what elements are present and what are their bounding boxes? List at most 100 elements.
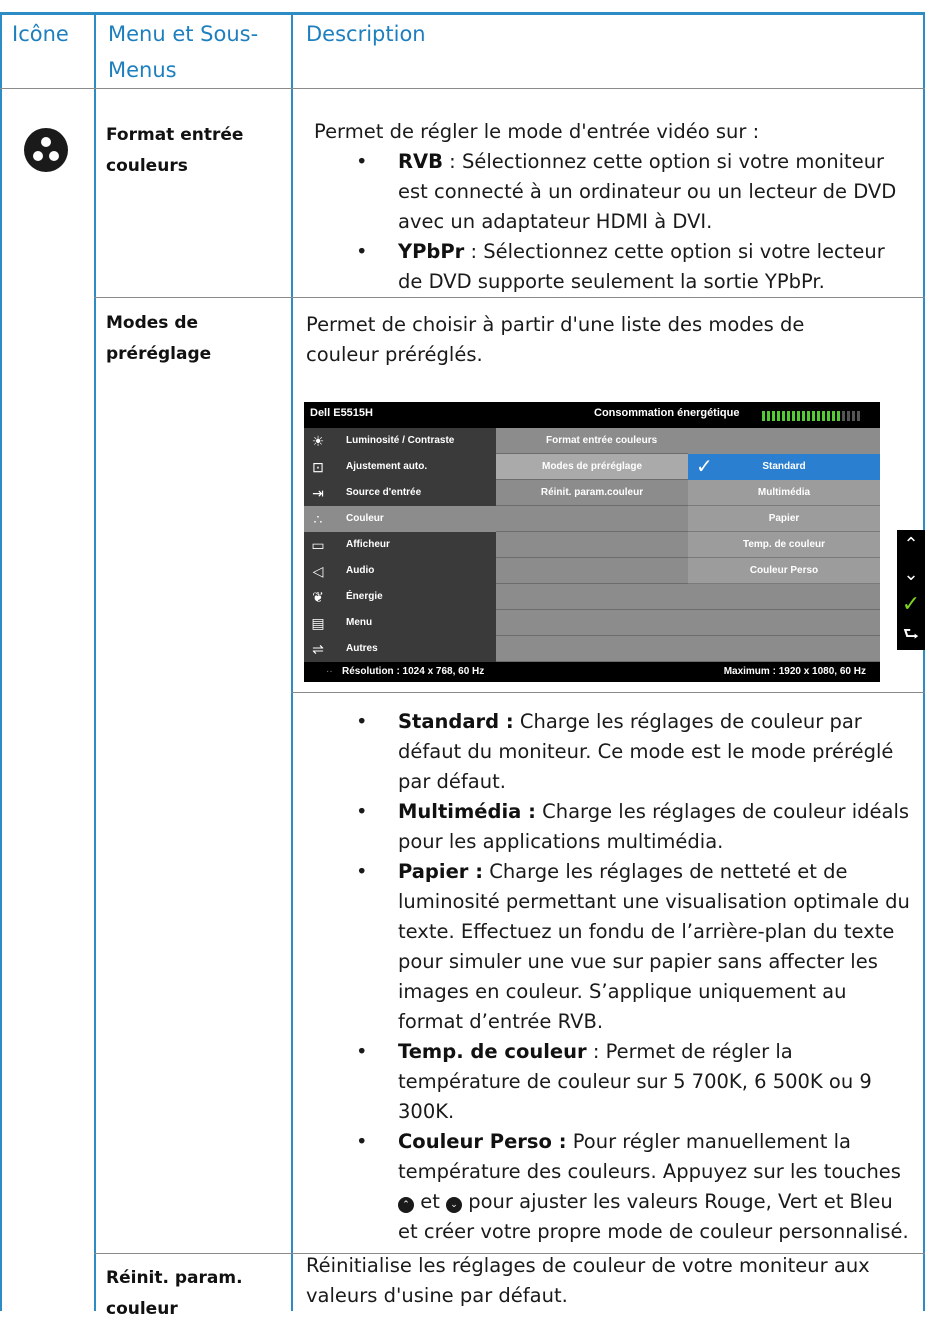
header-divider <box>0 88 925 89</box>
menu-reinit-param-couleur: Réinit. param. couleur <box>106 1268 243 1319</box>
osd-submenu-item[interactable]: Réinit. param.couleur <box>496 480 688 505</box>
list-item: Papier : Charge les réglages de netteté … <box>314 857 914 1037</box>
up-arrow-icon[interactable]: ⌃ <box>897 530 925 560</box>
osd-nav-item[interactable]: ▭ Afficheur <box>304 532 496 558</box>
brightness-icon: ☀ <box>311 433 325 449</box>
menu-modes-de-preglage: Modes de préréglage <box>106 313 212 364</box>
osd-nav-label: Luminosité / Contraste <box>346 435 455 446</box>
osd-nav-item[interactable]: ◁ Audio <box>304 558 496 584</box>
osd-option-couleur-perso[interactable]: Couleur Perso <box>688 558 880 584</box>
power-bar-segment <box>807 411 810 421</box>
format-description: Permet de régler le mode d'entrée vidéo … <box>314 117 914 297</box>
power-bar-segment <box>847 411 850 421</box>
osd-nav-label: Audio <box>346 565 375 576</box>
osd-title: Dell E5515H <box>310 407 373 419</box>
power-bar-segment <box>817 411 820 421</box>
osd-option-multimedia[interactable]: Multimédia <box>688 480 880 506</box>
power-bar-segment <box>852 411 855 421</box>
osd-nav-label: Énergie <box>346 591 383 602</box>
power-bar-segment <box>802 411 805 421</box>
osd-nav-item[interactable]: ⇌ Autres <box>304 636 496 662</box>
table-left-border <box>0 12 2 1311</box>
power-bar-segment <box>772 411 775 421</box>
check-icon: ✓ <box>696 456 713 478</box>
input-source-icon: ⇥ <box>312 485 324 501</box>
power-bar-segment <box>832 411 835 421</box>
menu-format-entree-couleurs: Format entrée couleurs <box>106 125 244 176</box>
osd-power-label: Consommation énergétique <box>594 407 740 419</box>
power-bar-segment <box>767 411 770 421</box>
osd-nav-item[interactable]: ∴ Couleur <box>304 506 496 532</box>
power-meter <box>762 408 862 421</box>
osd-footer: ·· Résolution : 1024 x 768, 60 Hz Maximu… <box>304 662 880 682</box>
column-divider-2 <box>291 12 293 1311</box>
osd-nav-item[interactable]: ❦ Énergie <box>304 584 496 610</box>
power-bar-segment <box>797 411 800 421</box>
osd-button-bar: ⌃ ⌄ ✓ ⮑ <box>897 530 925 650</box>
power-bar-segment <box>782 411 785 421</box>
presets-options-list: Standard : Charge les réglages de couleu… <box>314 707 914 1247</box>
osd-nav-item[interactable]: ☀ Luminosité / Contraste <box>304 428 496 454</box>
list-item: Couleur Perso : Pour régler manuellement… <box>314 1127 914 1247</box>
menu-icon: ▤ <box>311 615 325 631</box>
osd-nav-label: Source d'entrée <box>346 487 422 498</box>
osd-submenu-item-selected[interactable]: Modes de préréglage <box>496 454 688 479</box>
down-arrow-icon[interactable]: ⌄ <box>897 560 925 590</box>
list-item: Multimédia : Charge les réglages de coul… <box>314 797 914 857</box>
dots-icon: ·· <box>326 666 333 677</box>
power-bar-segment <box>857 411 860 421</box>
auto-adjust-icon: ⊡ <box>312 459 324 475</box>
row-divider <box>94 297 925 298</box>
osd-nav-label: Autres <box>346 643 378 654</box>
presets-description: Standard : Charge les réglages de couleu… <box>314 707 914 1247</box>
format-intro: Permet de régler le mode d'entrée vidéo … <box>314 120 760 143</box>
header-description-column: Description <box>306 22 426 46</box>
osd-resolution: Résolution : 1024 x 768, 60 Hz <box>342 666 485 677</box>
reset-description: Réinitialise les réglages de couleur de … <box>306 1254 870 1307</box>
osd-option-standard[interactable]: ✓ Standard <box>688 454 880 480</box>
list-item: YPbPr : Sélectionnez cette option si vot… <box>314 237 914 297</box>
osd-nav-item[interactable]: ▤ Menu <box>304 610 496 636</box>
list-item: RVB : Sélectionnez cette option si votre… <box>314 147 914 237</box>
power-bar-segment <box>812 411 815 421</box>
inner-divider <box>291 692 925 693</box>
osd-submenu-item[interactable]: Format entrée couleurs <box>546 428 657 453</box>
check-icon[interactable]: ✓ <box>897 590 925 620</box>
energy-icon: ❦ <box>312 589 324 605</box>
power-bar-segment <box>827 411 830 421</box>
presets-intro: Permet de choisir à partir d'une liste d… <box>306 313 805 366</box>
power-bar-segment <box>777 411 780 421</box>
list-item: Temp. de couleur : Permet de régler la t… <box>314 1037 914 1127</box>
power-bar-segment <box>837 411 840 421</box>
osd-nav-item[interactable]: ⊡ Ajustement auto. <box>304 454 496 480</box>
table-top-border <box>0 12 925 15</box>
osd-main-menu: ☀ Luminosité / Contraste ⊡ Ajustement auto.… <box>304 428 496 662</box>
others-icon: ⇌ <box>312 641 324 657</box>
osd-nav-label: Ajustement auto. <box>346 461 428 472</box>
osd-nav-label: Menu <box>346 617 373 628</box>
osd-nav-label: Afficheur <box>346 539 390 550</box>
osd-nav-item[interactable]: ⇥ Source d'entrée <box>304 480 496 506</box>
osd-nav-label: Couleur <box>346 513 384 524</box>
power-bar-segment <box>822 411 825 421</box>
down-button-icon: ⌄ <box>446 1197 463 1213</box>
header-icon-column: Icône <box>12 22 69 46</box>
power-bar-segment <box>842 411 845 421</box>
list-item: Standard : Charge les réglages de couleu… <box>314 707 914 797</box>
power-bar-segment <box>762 411 765 421</box>
back-icon[interactable]: ⮑ <box>897 620 925 650</box>
up-button-icon: ⌃ <box>398 1197 414 1213</box>
column-divider-1 <box>94 12 96 1311</box>
osd-screenshot: Dell E5515H Consommation énergétique ☀ Lu… <box>304 402 880 682</box>
osd-maximum: Maximum : 1920 x 1080, 60 Hz <box>723 666 866 677</box>
osd-option-temp-couleur[interactable]: Temp. de couleur <box>688 532 880 558</box>
audio-icon: ◁ <box>312 563 324 579</box>
color-icon <box>24 128 68 172</box>
format-options-list: RVB : Sélectionnez cette option si votre… <box>314 147 914 297</box>
osd-option-papier[interactable]: Papier <box>688 506 880 532</box>
power-bar-segment <box>787 411 790 421</box>
header-menu-column: Menu et Sous-Menus <box>108 22 259 82</box>
color-icon: ∴ <box>313 511 323 527</box>
power-bar-segment <box>792 411 795 421</box>
display-icon: ▭ <box>311 537 325 553</box>
